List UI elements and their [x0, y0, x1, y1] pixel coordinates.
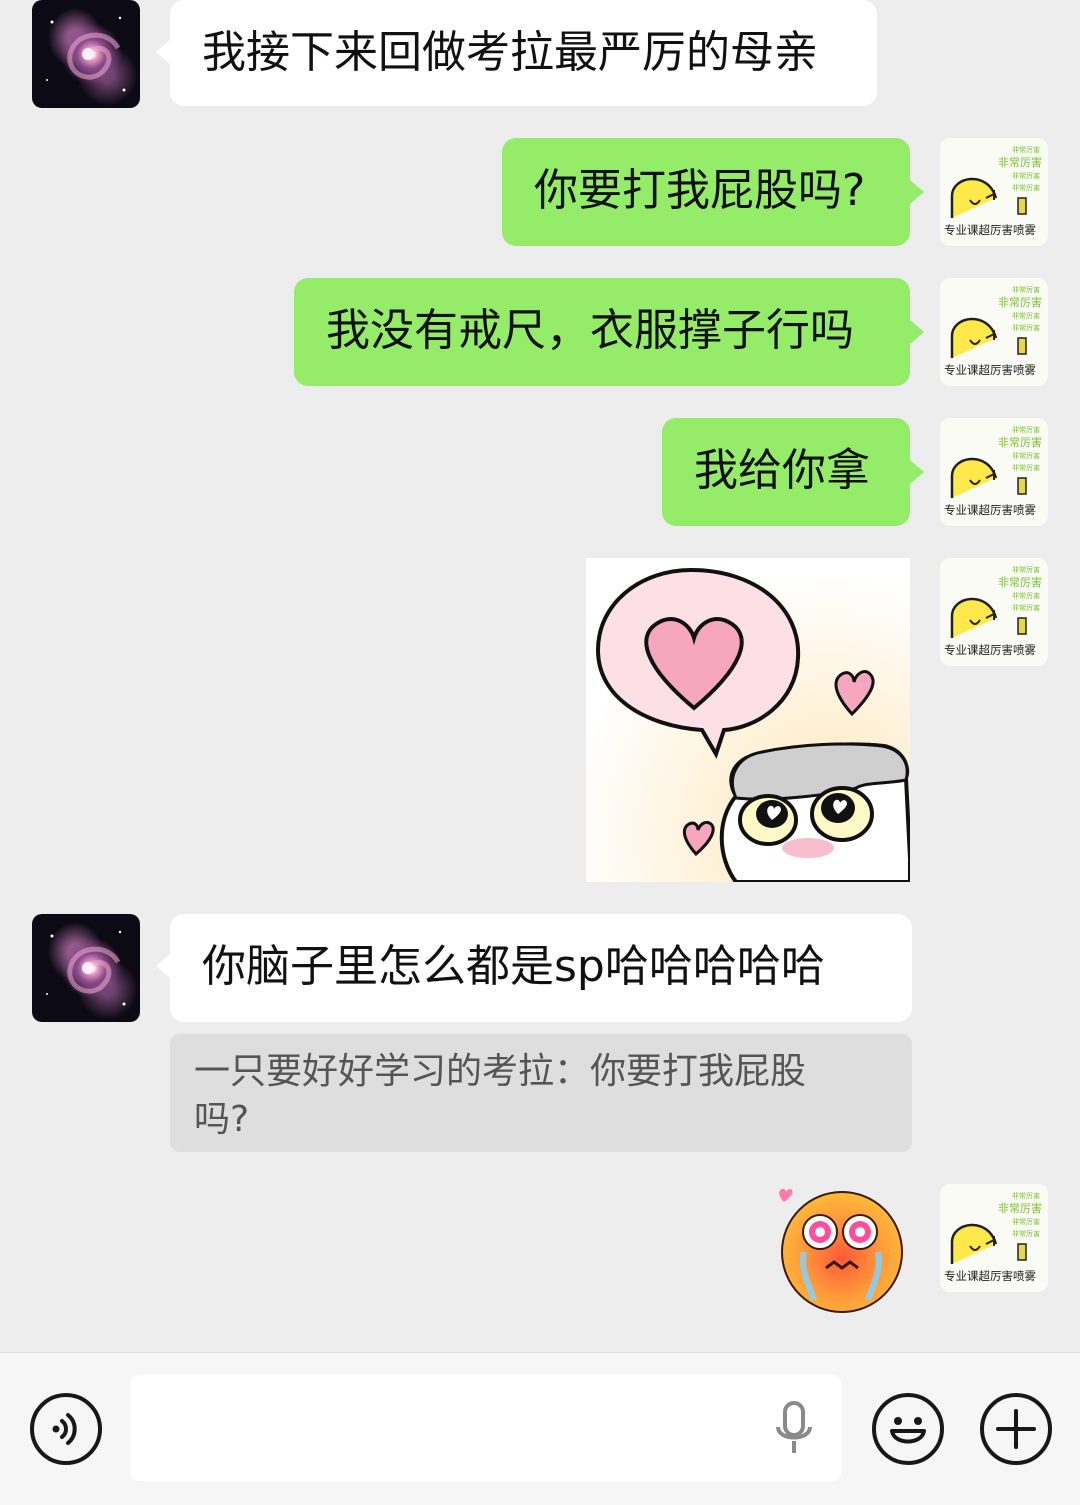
message-bubble-outgoing[interactable]: 你要打我屁股吗? — [502, 138, 924, 246]
svg-text:非常厉害: 非常厉害 — [1012, 323, 1040, 332]
message-text: 你要打我屁股吗? — [534, 165, 866, 216]
svg-text:专业课超厉害喷雾: 专业课超厉害喷雾 — [944, 1269, 1036, 1283]
svg-text:非常厉害: 非常厉害 — [998, 435, 1042, 449]
svg-text:非常厉害: 非常厉害 — [1012, 463, 1040, 472]
svg-text:专业课超厉害喷雾: 专业课超厉害喷雾 — [944, 363, 1036, 377]
spray-avatar-image: 非常厉害 非常厉害 非常厉害 非常厉害 专业课超厉害喷雾 — [944, 425, 1042, 517]
svg-text:非常厉害: 非常厉害 — [1012, 285, 1040, 294]
heart-cat-sticker[interactable] — [586, 558, 912, 884]
svg-text:非常厉害: 非常厉害 — [998, 1201, 1042, 1215]
svg-text:非常厉害: 非常厉害 — [1012, 425, 1040, 434]
contact-avatar[interactable] — [32, 914, 140, 1022]
svg-text:非常厉害: 非常厉害 — [1012, 591, 1040, 600]
svg-text:非常厉害: 非常厉害 — [1012, 565, 1040, 574]
svg-text:非常厉害: 非常厉害 — [998, 155, 1042, 169]
svg-text:专业课超厉害喷雾: 专业课超厉害喷雾 — [944, 503, 1036, 517]
svg-text:非常厉害: 非常厉害 — [1012, 1229, 1040, 1238]
plus-icon — [996, 1409, 1036, 1449]
blushing-face-sticker[interactable] — [770, 1186, 910, 1314]
message-input-box[interactable] — [130, 1375, 842, 1481]
quoted-message[interactable]: 一只要好好学习的考拉：你要打我屁股吗? — [170, 1034, 912, 1152]
quoted-text: 一只要好好学习的考拉：你要打我屁股吗? — [194, 1051, 807, 1140]
message-bubble-outgoing[interactable]: 我给你拿 — [662, 418, 924, 526]
heart-cat-image — [586, 558, 912, 884]
spray-avatar-image: 非常厉害 非常厉害 非常厉害 非常厉害 专业课超厉害喷雾 — [944, 565, 1042, 657]
contact-avatar[interactable] — [32, 0, 140, 108]
svg-text:非常厉害: 非常厉害 — [1012, 1217, 1040, 1226]
message-text: 你脑子里怎么都是sp哈哈哈哈哈 — [202, 941, 825, 992]
svg-text:非常厉害: 非常厉害 — [1012, 171, 1040, 180]
voice-mode-icon — [52, 1413, 77, 1445]
message-text: 我接下来回做考拉最严厉的母亲 — [202, 27, 818, 78]
svg-text:非常厉害: 非常厉害 — [1012, 1191, 1040, 1200]
spray-avatar-image: 非常厉害 非常厉害 非常厉害 非常厉害 专业课超厉害喷雾 — [944, 1191, 1042, 1283]
svg-text:专业课超厉害喷雾: 专业课超厉害喷雾 — [944, 223, 1036, 237]
my-avatar[interactable]: 非常厉害 非常厉害 非常厉害 非常厉害 专业课超厉害喷雾 — [940, 278, 1048, 386]
svg-text:非常厉害: 非常厉害 — [1012, 451, 1040, 460]
spray-avatar-image: 非常厉害 非常厉害 非常厉害 非常厉害 专业课超厉害喷雾 — [944, 145, 1042, 237]
microphone-icon[interactable] — [772, 1399, 816, 1459]
message-text: 我没有戒尺，衣服撑子行吗 — [326, 305, 854, 356]
my-avatar[interactable]: 非常厉害 非常厉害 非常厉害 非常厉害 专业课超厉害喷雾 — [940, 418, 1048, 526]
galaxy-image — [46, 16, 126, 92]
emoji-icon — [890, 1417, 926, 1444]
emoji-button[interactable] — [872, 1393, 944, 1465]
svg-text:非常厉害: 非常厉害 — [998, 295, 1042, 309]
my-avatar[interactable]: 非常厉害 非常厉害 非常厉害 非常厉害 专业课超厉害喷雾 — [940, 138, 1048, 246]
message-bubble-outgoing[interactable]: 我没有戒尺，衣服撑子行吗 — [294, 278, 924, 386]
chat-area: 我接下来回做考拉最严厉的母亲 你要打我屁股吗? 非常厉害 非常厉害 非常厉害 非… — [0, 0, 1080, 1352]
message-text: 我给你拿 — [694, 445, 870, 496]
message-bubble-incoming[interactable]: 我接下来回做考拉最严厉的母亲 — [156, 0, 877, 106]
spray-avatar-image: 非常厉害 非常厉害 非常厉害 非常厉害 专业课超厉害喷雾 — [944, 285, 1042, 377]
svg-text:非常厉害: 非常厉害 — [1012, 311, 1040, 320]
svg-text:非常厉害: 非常厉害 — [998, 575, 1042, 589]
input-bar — [0, 1352, 1080, 1505]
my-avatar[interactable]: 非常厉害 非常厉害 非常厉害 非常厉害 专业课超厉害喷雾 — [940, 558, 1048, 666]
svg-text:非常厉害: 非常厉害 — [1012, 603, 1040, 612]
svg-text:非常厉害: 非常厉害 — [1012, 145, 1040, 154]
voice-mode-button[interactable] — [30, 1393, 102, 1465]
blushing-face-image — [779, 1188, 903, 1313]
message-bubble-incoming[interactable]: 你脑子里怎么都是sp哈哈哈哈哈 — [156, 914, 912, 1022]
svg-text:非常厉害: 非常厉害 — [1012, 183, 1040, 192]
more-options-button[interactable] — [980, 1393, 1052, 1465]
message-input[interactable] — [150, 1395, 754, 1463]
my-avatar[interactable]: 非常厉害 非常厉害 非常厉害 非常厉害 专业课超厉害喷雾 — [940, 1184, 1048, 1292]
svg-text:专业课超厉害喷雾: 专业课超厉害喷雾 — [944, 643, 1036, 657]
galaxy-image — [46, 930, 126, 1006]
